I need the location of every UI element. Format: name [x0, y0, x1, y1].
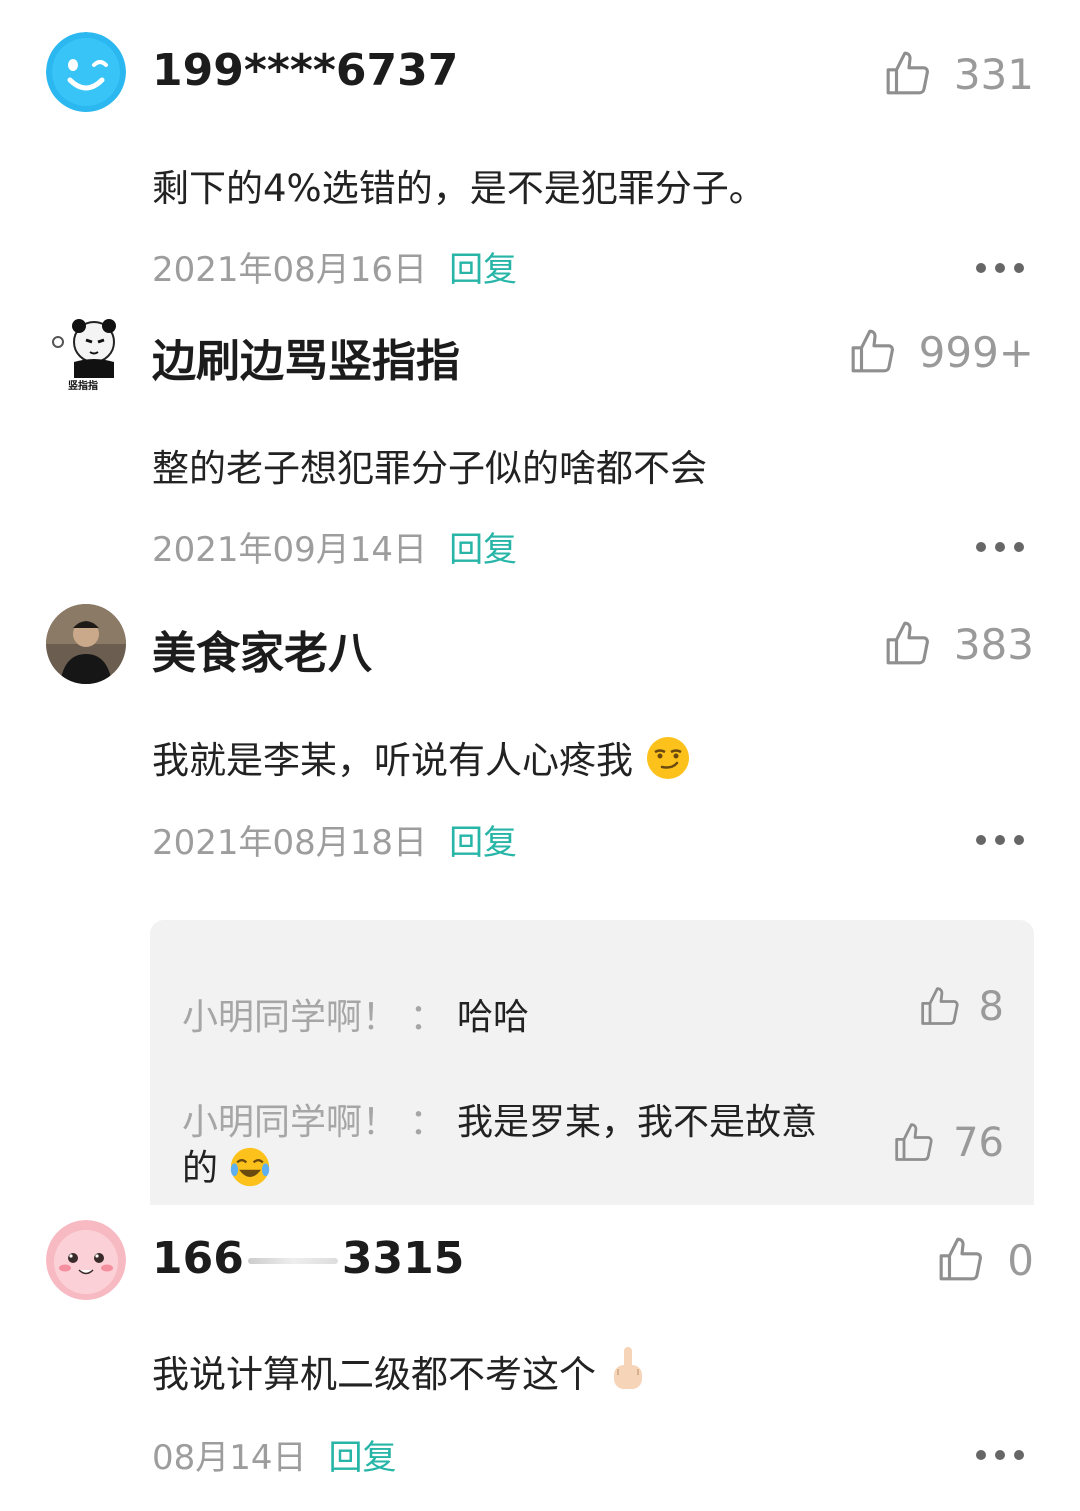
username-suffix: 3315: [341, 1233, 465, 1284]
comment-date: 2021年08月16日: [152, 250, 428, 290]
smirk-emoji-icon: [646, 737, 689, 779]
like-count: 0: [1007, 1235, 1034, 1285]
reply-item[interactable]: 小明同学啊！ ： 哈哈: [182, 988, 529, 1040]
reply-like-button[interactable]: 76: [893, 1120, 1004, 1166]
like-count: 331: [953, 49, 1034, 99]
blue-smiley-avatar-icon: [46, 32, 126, 112]
reply-like-button[interactable]: 8: [919, 984, 1004, 1030]
thumbs-up-icon: [920, 987, 959, 1025]
reply-button[interactable]: 回复: [449, 815, 517, 864]
reply-button[interactable]: 回复: [449, 522, 517, 571]
photo-avatar-icon: [46, 604, 126, 684]
replies-box: 小明同学啊！ ： 哈哈 8 小明同学啊！ ： 我是罗某，我不是故意 的 76: [150, 920, 1034, 1205]
reply-like-count: 76: [953, 1120, 1004, 1166]
comment-date: 2021年08月18日: [152, 823, 428, 863]
more-options-icon[interactable]: [976, 834, 1024, 846]
username[interactable]: 166 3315: [152, 1233, 464, 1284]
reply-text: 我是罗某，我不是故意: [456, 1102, 817, 1143]
more-options-icon[interactable]: [976, 1449, 1024, 1461]
reply-text: 哈哈: [456, 997, 529, 1038]
reply-separator: ：: [409, 997, 446, 1038]
comment-meta: 08月14日 回复: [152, 1430, 397, 1479]
username[interactable]: 199****6737: [152, 45, 458, 96]
comment-text: 整的老子想犯罪分子似的啥都不会: [152, 447, 707, 490]
more-options-icon[interactable]: [976, 541, 1024, 553]
user-avatar[interactable]: [46, 32, 126, 112]
comment-meta: 2021年08月18日 回复: [152, 815, 517, 864]
reply-text-continued: 的: [182, 1148, 219, 1189]
thumbs-up-icon: [895, 1123, 933, 1161]
thumbs-up-icon: [886, 51, 929, 95]
username-prefix: 166: [152, 1233, 244, 1284]
comment-text-row: 我说计算机二级都不考这个: [152, 1344, 648, 1398]
comment-meta: 2021年08月16日 回复: [152, 242, 517, 291]
username[interactable]: 美食家老八: [152, 617, 372, 681]
comment-date: 08月14日: [152, 1438, 307, 1478]
thumbs-up-icon: [886, 621, 929, 665]
avatar-caption: 竖指指: [68, 379, 98, 392]
reply-separator: ：: [409, 1102, 446, 1143]
laughing-tears-emoji-icon: [231, 1147, 270, 1187]
reply-like-count: 8: [978, 984, 1004, 1030]
like-count: 383: [953, 619, 1034, 669]
redacted-mask: [247, 1258, 338, 1264]
thumbs-up-icon: [851, 329, 894, 373]
reply-item[interactable]: 小明同学啊！ ： 我是罗某，我不是故意 的: [182, 1100, 882, 1192]
user-avatar[interactable]: [46, 1220, 126, 1300]
panda-meme-avatar-icon: 竖指指: [46, 312, 126, 392]
like-button[interactable]: 0: [937, 1230, 1034, 1290]
comment-date: 2021年09月14日: [152, 530, 428, 570]
comment-text: 我就是李某，听说有人心疼我: [152, 739, 633, 782]
comment-text: 剩下的4%选错的，是不是犯罪分子。: [152, 167, 766, 210]
reply-username[interactable]: 小明同学啊！: [182, 1102, 398, 1143]
middle-finger-emoji-icon: [613, 1347, 642, 1389]
user-avatar[interactable]: [46, 604, 126, 684]
comment-text: 我说计算机二级都不考这个: [152, 1353, 596, 1396]
reply-button[interactable]: 回复: [449, 242, 517, 291]
comment-text-row: 我就是李某，听说有人心疼我: [152, 730, 691, 784]
like-button[interactable]: 331: [884, 44, 1034, 104]
username[interactable]: 边刷边骂竖指指: [152, 325, 460, 389]
reply-username[interactable]: 小明同学啊！: [182, 997, 398, 1038]
thumbs-up-icon: [939, 1237, 983, 1281]
pink-face-avatar-icon: [46, 1220, 126, 1300]
comment-meta: 2021年09月14日 回复: [152, 522, 517, 571]
like-count: 999+: [918, 327, 1034, 377]
like-button[interactable]: 999+: [849, 322, 1034, 382]
user-avatar[interactable]: 竖指指: [46, 312, 126, 392]
like-button[interactable]: 383: [884, 614, 1034, 674]
more-options-icon[interactable]: [976, 262, 1024, 274]
reply-button[interactable]: 回复: [329, 1430, 397, 1479]
